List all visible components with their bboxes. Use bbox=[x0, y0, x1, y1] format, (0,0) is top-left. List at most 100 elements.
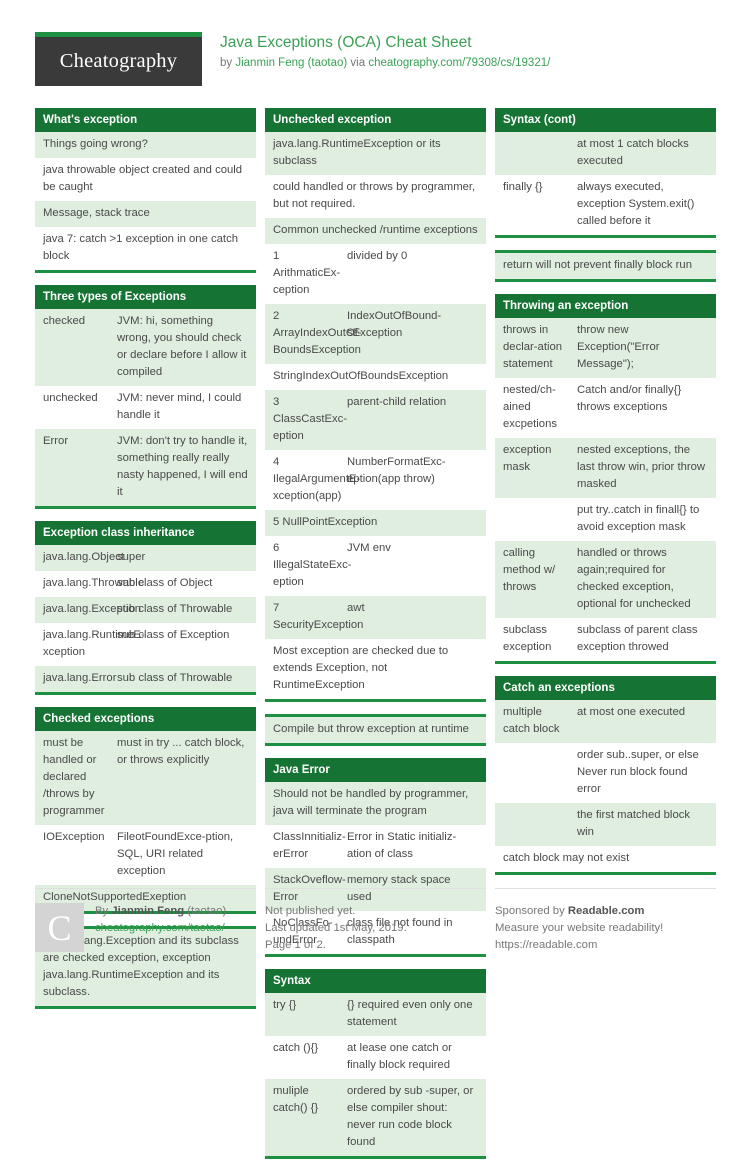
row-key: unchecked bbox=[43, 392, 98, 404]
card: return will not prevent finally block ru… bbox=[495, 250, 716, 282]
row-key: java.lang.Throwable bbox=[43, 577, 145, 589]
row-key: IOException bbox=[43, 831, 105, 843]
row-value: java throwable object created and could … bbox=[43, 164, 243, 193]
row-value: JVM: don't try to handle it, something r… bbox=[117, 435, 248, 498]
row-key: catch (){} bbox=[273, 1042, 319, 1054]
table-row: muliple catch() {} ordered by sub -super,… bbox=[265, 1079, 486, 1156]
card-title: Exception class inheritance bbox=[35, 521, 256, 545]
card: What's exception Things going wrong? java … bbox=[35, 108, 256, 273]
row-value: Catch and/or finally{} throws exceptions bbox=[577, 384, 682, 413]
table-row: at most 1 catch blocks executed bbox=[495, 132, 716, 175]
row-key bbox=[503, 747, 577, 798]
row-key bbox=[503, 807, 577, 841]
card: Throwing an exception throws in declar-at… bbox=[495, 294, 716, 664]
table-row: checked JVM: hi, something wrong, you sho… bbox=[35, 309, 256, 386]
table-row: must be handled or declared /throws by p… bbox=[35, 731, 256, 825]
row-value: order sub..super, or else Never run bloc… bbox=[577, 749, 699, 795]
row-value: parent-child relation bbox=[347, 396, 447, 408]
row-key: must be handled or declared /throws by p… bbox=[43, 737, 105, 817]
author-line: By Jianmin Feng (taotao) bbox=[95, 903, 226, 920]
row-key: java.lang.Exception bbox=[43, 603, 141, 615]
logo-text: Cheatography bbox=[59, 50, 178, 72]
row-value: FileotFoundExce-ption, SQL, URI related … bbox=[117, 831, 234, 877]
table-row: Things going wrong? bbox=[35, 132, 256, 158]
cheatography-logo: Cheatography bbox=[35, 32, 202, 86]
row-value: super bbox=[117, 551, 146, 563]
card-title: Unchecked exception bbox=[265, 108, 486, 132]
by-label: By bbox=[95, 905, 112, 917]
row-value: Compile but throw exception at runtime bbox=[273, 723, 469, 735]
page-title: Java Exceptions (OCA) Cheat Sheet bbox=[220, 34, 472, 51]
row-value: at most 1 catch blocks executed bbox=[577, 138, 689, 167]
row-value: NumberFormatExc-eption(app throw) bbox=[347, 456, 446, 485]
card: Exception class inheritance java.lang.Obj… bbox=[35, 521, 256, 695]
table-row: 1 ArithmaticEx-ception divided by 0 bbox=[265, 244, 486, 304]
row-key: throws in declar-ation statement bbox=[503, 324, 563, 370]
row-value: ordered by sub -super, or else compiler … bbox=[347, 1085, 474, 1148]
table-row: StringIndexOutOfBoundsException bbox=[265, 364, 486, 390]
card: Syntax (cont) at most 1 catch blocks exec… bbox=[495, 108, 716, 238]
card: Catch an exceptions multiple catch block a… bbox=[495, 676, 716, 875]
table-row: try {} {} required even only one statemen… bbox=[265, 993, 486, 1036]
table-row: java.lang.Exception sub class of Throwabl… bbox=[35, 597, 256, 623]
table-row: java.lang.Error sub class of Throwable bbox=[35, 666, 256, 692]
table-row: could handled or throws by programmer, b… bbox=[265, 175, 486, 218]
row-value: sub class of Throwable bbox=[117, 672, 233, 684]
row-value: at most one executed bbox=[577, 706, 686, 718]
table-row: 2 ArrayIndexOutOf-BoundsException IndexOu… bbox=[265, 304, 486, 364]
table-row: ClassInnitializ-erError Error in Static i… bbox=[265, 825, 486, 868]
table-row: IOException FileotFoundExce-ption, SQL, U… bbox=[35, 825, 256, 885]
table-row: the first matched block win bbox=[495, 803, 716, 846]
row-key bbox=[503, 502, 577, 536]
table-row: 5 NullPointException bbox=[265, 510, 486, 536]
table-row: java.lang.Throwable sub class of Object bbox=[35, 571, 256, 597]
table-row: return will not prevent finally block ru… bbox=[495, 253, 716, 279]
row-value: return will not prevent finally block ru… bbox=[503, 259, 692, 271]
avatar: C bbox=[35, 903, 84, 952]
row-value: java.lang.RuntimeException or its subcla… bbox=[273, 138, 441, 167]
row-value: Should not be handled by programmer, jav… bbox=[273, 788, 469, 817]
byline-prefix: by bbox=[220, 57, 236, 69]
footer-author-handle: (taotao) bbox=[184, 905, 227, 917]
table-row: catch (){} at lease one catch or finally … bbox=[265, 1036, 486, 1079]
row-key: java.lang.Object bbox=[43, 551, 125, 563]
sponsor-link[interactable]: https://readable.com bbox=[495, 937, 716, 954]
table-row: 6 IllegalStateExc-eption JVM env bbox=[265, 536, 486, 596]
page-header: Cheatography Java Exceptions (OCA) Cheat… bbox=[35, 0, 715, 86]
row-value: the first matched block win bbox=[577, 809, 691, 838]
row-value: java 7: catch >1 exception in one catch … bbox=[43, 233, 238, 262]
footer-author-block: C By Jianmin Feng (taotao) cheatography.… bbox=[35, 888, 256, 954]
byline: by Jianmin Feng (taotao) via cheatograph… bbox=[220, 56, 550, 71]
sponsor-line: Sponsored by Readable.com bbox=[495, 903, 716, 920]
table-row: 4 IlegalArgumentE-xception(app) NumberFor… bbox=[265, 450, 486, 510]
card-title: What's exception bbox=[35, 108, 256, 132]
sponsor-name: Readable.com bbox=[567, 905, 645, 917]
card: Three types of Exceptions checked JVM: hi,… bbox=[35, 285, 256, 509]
publish-status: Not published yet. bbox=[265, 905, 356, 917]
row-key: java.lang.RuntimeE-xception bbox=[43, 629, 145, 658]
row-value: awt bbox=[347, 602, 365, 614]
card-title: Syntax bbox=[265, 969, 486, 993]
card: Syntax try {} {} required even only one st… bbox=[265, 969, 486, 1159]
card: Checked exceptions must be handled or dec… bbox=[35, 707, 256, 914]
row-value: Error in Static initializ-ation of class bbox=[347, 831, 457, 860]
table-row: Error JVM: don't try to handle it, someth… bbox=[35, 429, 256, 506]
row-key bbox=[503, 136, 577, 170]
row-key: 3 ClassCastExc-eption bbox=[273, 396, 348, 442]
row-key: nested/ch-ained excpetions bbox=[503, 384, 558, 430]
table-row: unchecked JVM: never mind, I could handle… bbox=[35, 386, 256, 429]
table-row: Message, stack trace bbox=[35, 201, 256, 227]
row-key: finally {} bbox=[503, 181, 543, 193]
byline-author[interactable]: Jianmin Feng (taotao) bbox=[235, 57, 347, 69]
row-value: catch block may not exist bbox=[503, 852, 630, 864]
table-row: java.lang.RuntimeE-xception sub class of … bbox=[35, 623, 256, 666]
row-key: checked bbox=[43, 315, 86, 327]
table-row: throws in declar-ation statement throw ne… bbox=[495, 318, 716, 378]
row-key: muliple catch() {} bbox=[273, 1085, 319, 1114]
source-url-link[interactable]: cheatography.com/79308/cs/19321/ bbox=[368, 57, 550, 69]
author-profile-link[interactable]: cheatography.com/taotao/ bbox=[95, 920, 226, 937]
table-row: java 7: catch >1 exception in one catch … bbox=[35, 227, 256, 270]
table-row: calling method w/ throws handled or throw… bbox=[495, 541, 716, 618]
row-value: handled or throws again;required for che… bbox=[577, 547, 691, 610]
row-value: Message, stack trace bbox=[43, 207, 150, 219]
